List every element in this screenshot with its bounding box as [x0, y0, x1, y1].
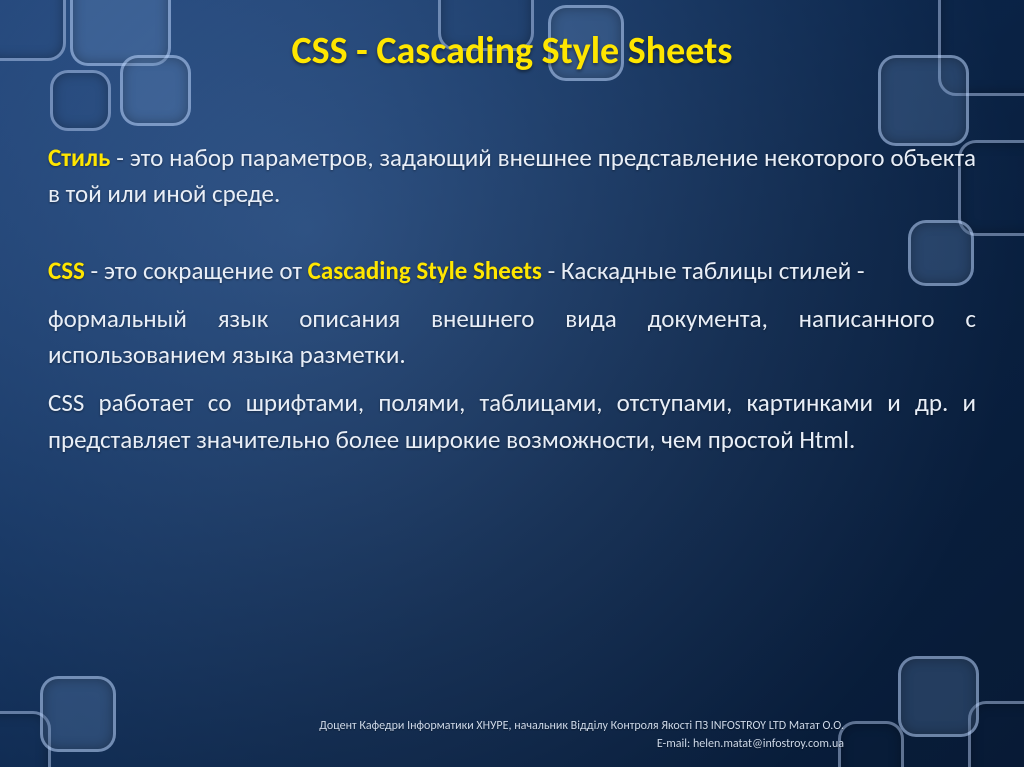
text: - Каскадные таблицы стилей - — [542, 255, 865, 286]
keyword-style: Стиль — [48, 142, 110, 173]
paragraph-css-works: CSS работает со шрифтами, полями, таблиц… — [48, 385, 976, 458]
keyword-cascading: Cascading Style Sheets — [308, 255, 542, 286]
paragraph-formal: формальный язык описания внешнего вида д… — [48, 301, 976, 374]
footer-author: Доцент Кафедри Інформатики ХНУРЕ, началь… — [319, 717, 844, 735]
slide-title: CSS - Cascading Style Sheets — [0, 28, 1024, 74]
slide-body: Стиль - это набор параметров, задающий в… — [48, 140, 976, 470]
deco-square — [50, 70, 111, 131]
deco-square — [838, 721, 904, 767]
deco-square — [40, 676, 116, 752]
footer-email: E-mail: helen.matat@infostroy.com.ua — [319, 735, 844, 753]
slide-footer: Доцент Кафедри Інформатики ХНУРЕ, началь… — [319, 717, 844, 753]
slide: CSS - Cascading Style Sheets Стиль - это… — [0, 0, 1024, 767]
keyword-css: CSS — [48, 255, 85, 286]
text: - это набор параметров, задающий внешнее… — [48, 142, 976, 209]
paragraph-css-def: CSS - это сокращение от Cascading Style … — [48, 253, 976, 289]
paragraph-style: Стиль - это набор параметров, задающий в… — [48, 140, 976, 213]
text: - это сокращение от — [85, 255, 308, 286]
deco-square — [898, 656, 979, 737]
